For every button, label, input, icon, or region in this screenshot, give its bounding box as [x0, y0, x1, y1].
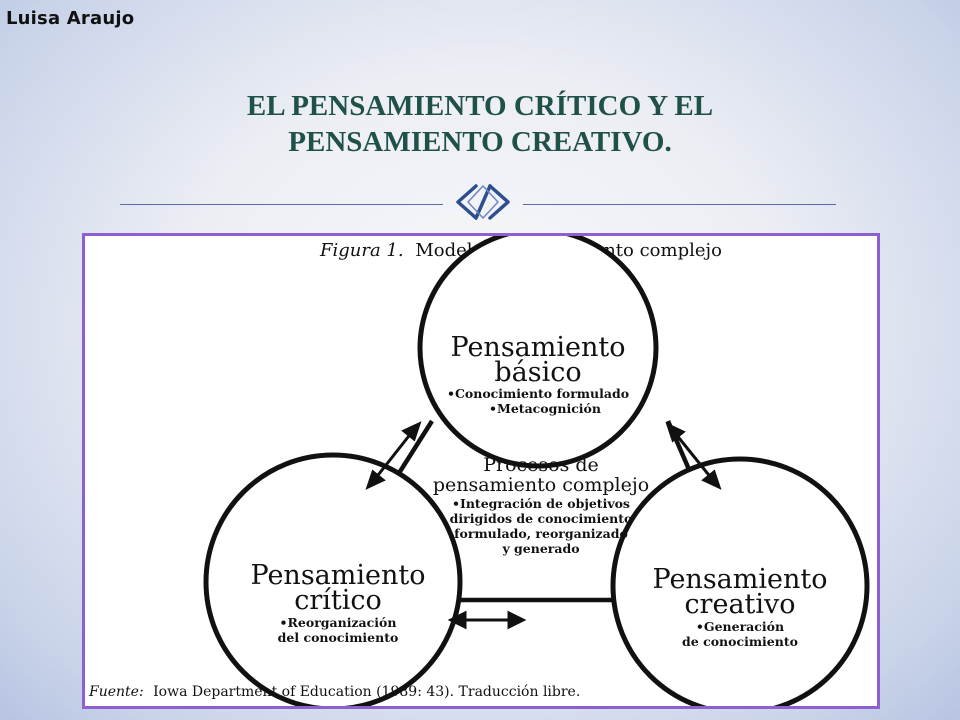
figure-source-label: Fuente: [88, 684, 144, 700]
slide-title-line-1: EL PENSAMIENTO CRÍTICO Y EL [246, 90, 714, 122]
center-desc-2: dirigidos de conocimiento [450, 511, 633, 526]
basico-title-2: básico [494, 357, 581, 388]
author-name: Luisa Araujo [6, 8, 135, 29]
figure-frame: Figura 1. Modelo de pensamiento complejo [82, 233, 880, 709]
creativo-item-2: de conocimiento [682, 634, 798, 649]
figure-source: Fuente: Iowa Department of Education (19… [88, 684, 580, 700]
basico-item-1: •Conocimiento formulado [447, 386, 629, 401]
title-divider-right [523, 204, 836, 205]
slide-title-line-2: PENSAMIENTO CREATIVO. [288, 126, 672, 158]
center-title-1: Procesos de [483, 454, 599, 476]
ornament-icon [456, 184, 510, 220]
creativo-item-1: •Generación [696, 619, 784, 634]
center-desc-1: •Integración de objetivos [452, 496, 630, 511]
complex-thinking-diagram: Figura 1. Modelo de pensamiento complejo [88, 236, 870, 706]
figure-caption-label: Figura 1. [319, 240, 404, 261]
creativo-title-2: creativo [684, 589, 795, 620]
double-arrow-icon [447, 610, 527, 630]
center-desc-3: formulado, reorganizado [454, 526, 628, 541]
center-title-2: pensamiento complejo [433, 474, 649, 496]
node-center: Procesos de pensamiento complejo •Integr… [433, 454, 649, 556]
center-desc-4: y generado [501, 541, 579, 556]
figure-source-text: Iowa Department of Education (1989: 43).… [153, 684, 580, 700]
critico-item-2: del conocimiento [278, 630, 399, 645]
critico-item-1: •Reorganización [280, 615, 397, 630]
title-divider-left [120, 204, 443, 205]
basico-item-2: •Metacognición [489, 401, 601, 416]
slide-title: EL PENSAMIENTO CRÍTICO Y EL PENSAMIENTO … [150, 88, 810, 160]
critico-title-2: crítico [294, 585, 382, 616]
